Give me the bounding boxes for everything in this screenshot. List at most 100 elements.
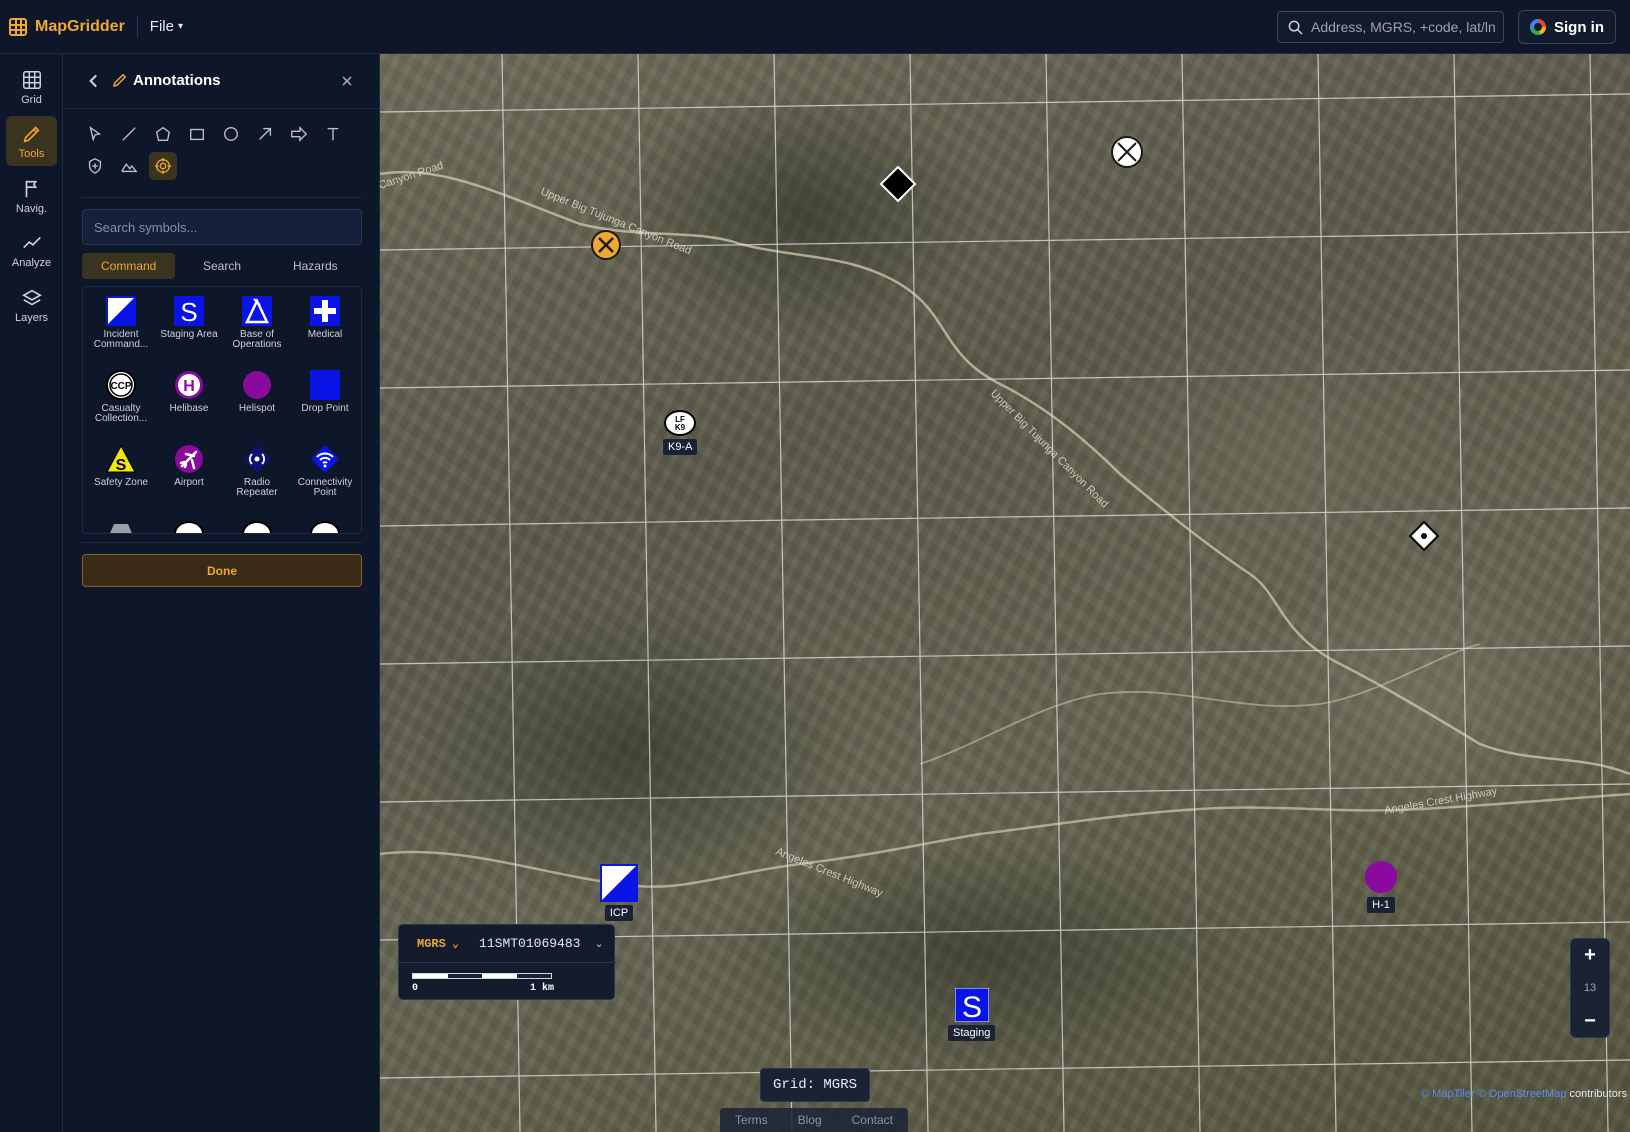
line-tool[interactable] [115,120,143,148]
panel-header: Annotations [63,54,380,109]
symbol-base-of-operations[interactable]: Base of Operations [223,295,291,355]
symbol-staging-area[interactable]: S Staging Area [155,295,223,355]
tab-search[interactable]: Search [175,253,268,279]
symbol-search-input[interactable] [82,209,362,245]
attribution-suffix: contributors [1569,1088,1627,1100]
polygon-tool[interactable] [149,120,177,148]
rail-item-tools[interactable]: Tools [6,116,57,166]
ccp-icon: CCP [105,369,137,401]
zoom-out-button[interactable]: − [1584,1011,1596,1031]
top-bar: MapGridder File ▾ Sign in [0,0,1630,54]
grid-mode-badge[interactable]: Grid: MGRS [760,1068,870,1102]
pencil-icon [23,125,40,142]
contact-link[interactable]: Contact [852,1113,893,1127]
rail-item-grid[interactable]: Grid [6,62,57,112]
rail-item-analyze[interactable]: Analyze [6,225,57,275]
circle-x-marker[interactable] [1111,136,1143,168]
symbol-helispot[interactable]: Helispot [223,369,291,429]
drop-point-icon [309,369,341,401]
line-icon [122,127,136,141]
rail-item-navigation[interactable]: Navig. [6,171,57,221]
marker-label: ICP [604,905,634,921]
symbol-airport[interactable]: Airport [155,443,223,503]
search-icon [1288,20,1303,35]
osm-link[interactable]: © OpenStreetMap [1478,1088,1567,1100]
grid-system-label: MGRS [417,936,446,951]
shield-tool[interactable] [81,152,109,180]
coordinate-value[interactable]: 11SMT01069483 [479,936,580,951]
map-canvas[interactable]: Upper Big Tujunga Canyon Road Upper Big … [380,54,1630,1132]
map-marker-staging[interactable]: S Staging [948,988,996,1041]
symbol-partial-1[interactable] [87,517,155,533]
symbol-connectivity-point[interactable]: Connectivity Point [291,443,359,503]
hazard-diamond-marker[interactable] [1408,520,1440,552]
text-tool[interactable] [319,120,347,148]
big-arrow-tool[interactable] [285,120,313,148]
map-marker-k9[interactable]: LF K9 K9-A [663,410,698,455]
diamond-marker[interactable] [879,165,917,203]
tab-hazards[interactable]: Hazards [269,253,362,279]
zoom-control: + 13 − [1570,938,1610,1038]
topbar-divider [136,15,138,38]
svg-text:H: H [183,378,195,395]
svg-text:S: S [962,991,982,1022]
staging-area-icon: S [173,295,205,327]
location-search-input[interactable] [1311,19,1501,35]
helispot-icon [241,369,273,401]
grid-icon [22,70,41,89]
grid-system-select[interactable]: MGRS ⌄ [417,936,459,952]
brand[interactable]: MapGridder [0,17,125,36]
tab-command[interactable]: Command [82,253,176,279]
symbol-partial-4[interactable] [291,517,359,533]
arrow-tool[interactable] [251,120,279,148]
rail-label: Grid [21,93,42,106]
symbol-radio-repeater[interactable]: Radio Repeater [223,443,291,503]
incident-command-icon [105,295,137,327]
file-menu[interactable]: File ▾ [150,18,183,35]
terrain-tool[interactable] [115,152,143,180]
select-tool[interactable] [81,120,109,148]
sign-in-button[interactable]: Sign in [1518,10,1616,44]
chevron-down-icon[interactable]: ⌄ [594,937,603,950]
circle-icon [224,127,238,141]
rail-label: Tools [18,147,45,160]
symbol-safety-zone[interactable]: S Safety Zone [87,443,155,503]
rail-item-layers[interactable]: Layers [6,280,57,330]
symbol-partial-3[interactable] [223,517,291,533]
symbol-tool[interactable] [149,152,177,180]
chevron-left-icon[interactable] [85,72,103,90]
text-icon [327,127,339,141]
grid-logo-icon [9,17,27,36]
done-button[interactable]: Done [82,554,362,587]
close-icon[interactable] [339,73,355,89]
symbol-incident-command[interactable]: Incident Command... [87,295,155,355]
layers-icon [21,289,42,305]
lf-k9-icon: LFK9 [664,410,697,436]
flag-icon [25,180,37,197]
symbol-medical[interactable]: Medical [291,295,359,355]
symbol-casualty-collection[interactable]: CCP Casualty Collection... [87,369,155,429]
map-marker-helispot[interactable]: H-1 [1364,860,1398,913]
rectangle-tool[interactable] [183,120,211,148]
x-marker-yellow[interactable] [591,230,621,260]
symbol-drop-point[interactable]: Drop Point [291,369,359,429]
symbol-helibase[interactable]: H Helibase [155,369,223,429]
blog-link[interactable]: Blog [798,1113,822,1127]
terms-link[interactable]: Terms [735,1113,768,1127]
zoom-in-button[interactable]: + [1584,945,1596,965]
scale-end-label: 1 km [530,983,555,994]
symbol-label: Base of Operations [232,329,282,350]
symbol-label: Medical [307,329,343,340]
road-upper-big-tujunga [380,170,1630,776]
symbol-partial-2[interactable] [155,517,223,533]
symbol-target-icon [154,157,172,175]
lf-icon [309,517,341,533]
circle-tool[interactable] [217,120,245,148]
maptiler-link[interactable]: © MapTiler [1421,1088,1475,1100]
location-search[interactable] [1277,11,1504,43]
symbol-label: Safety Zone [94,477,148,488]
arrow-icon [259,127,272,140]
drawing-tools-row-2 [81,152,177,180]
panel-divider [81,542,362,543]
map-marker-icp[interactable]: ICP [600,864,638,921]
